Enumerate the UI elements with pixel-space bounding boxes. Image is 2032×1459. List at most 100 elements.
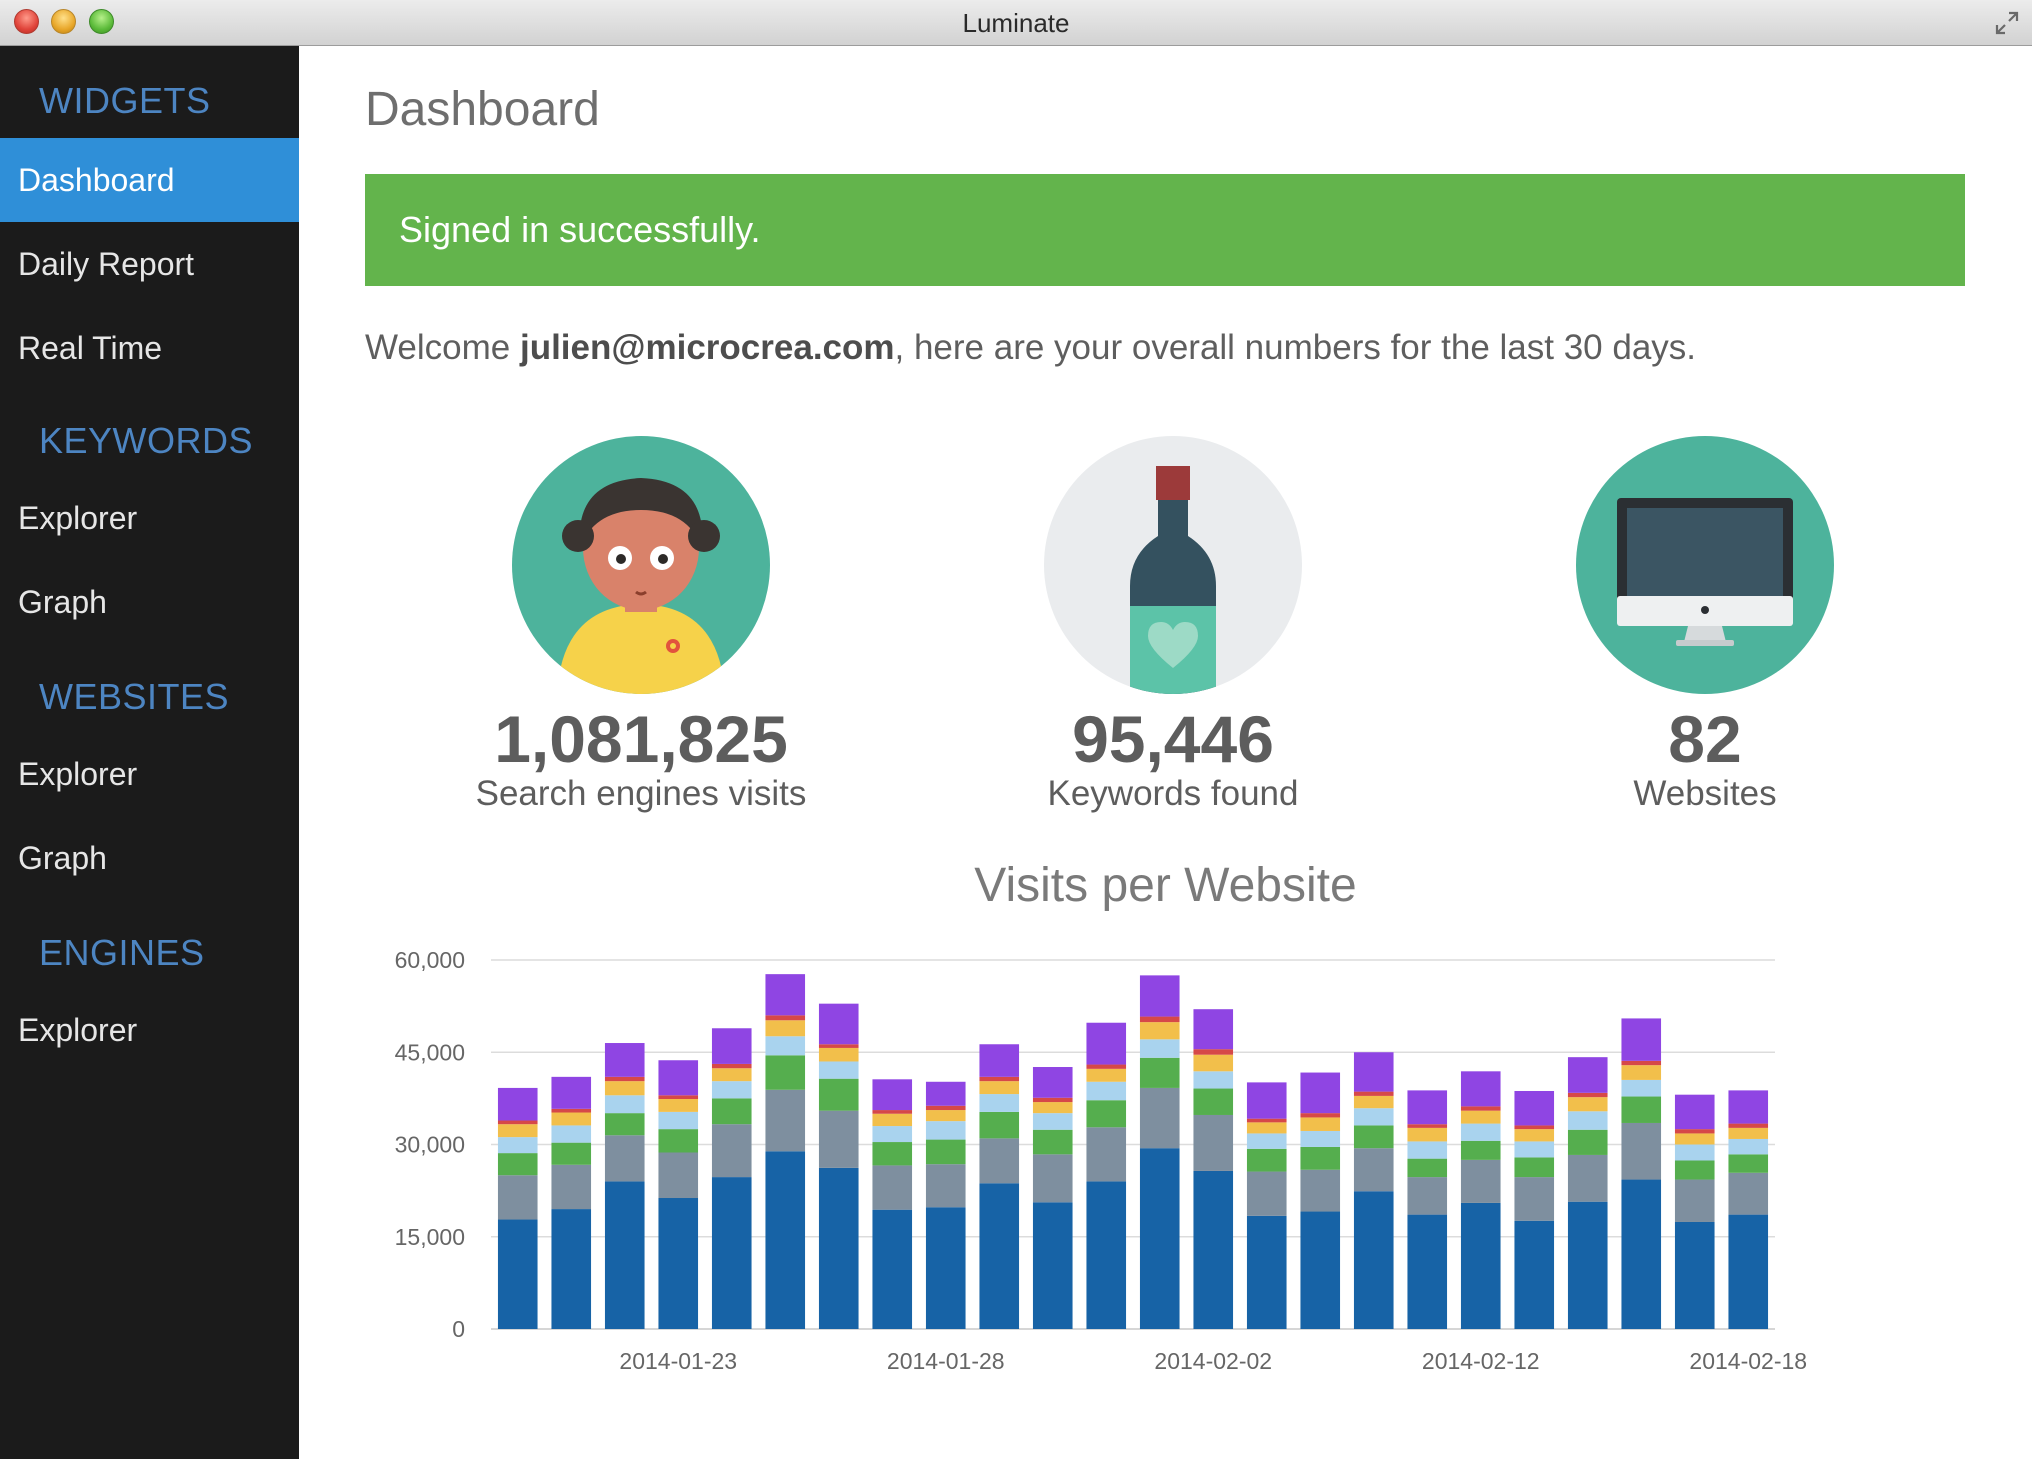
bar-segment xyxy=(1139,1148,1180,1329)
bar-segment xyxy=(979,1081,1020,1095)
bar-segment xyxy=(1621,1122,1662,1180)
sidebar-item-dashboard[interactable]: Dashboard xyxy=(0,138,299,222)
bar-segment xyxy=(1567,1154,1608,1202)
bar-segment xyxy=(604,1113,645,1136)
sidebar-item-keywords-graph[interactable]: Graph xyxy=(0,560,299,644)
bar-segment xyxy=(765,1020,806,1037)
bar-segment xyxy=(1193,1049,1234,1055)
bar-segment xyxy=(1139,1039,1180,1058)
bar-segment xyxy=(604,1181,645,1329)
bar-segment xyxy=(765,1089,806,1152)
x-tick-label: 2014-01-23 xyxy=(619,1348,737,1374)
bar-segment xyxy=(1300,1117,1341,1131)
bar-segment xyxy=(1567,1201,1608,1329)
bar-segment xyxy=(1353,1148,1394,1192)
bar-segment xyxy=(1032,1113,1073,1130)
bar-segment xyxy=(497,1137,538,1154)
bar-segment xyxy=(711,1098,752,1125)
bar-segment xyxy=(1086,1022,1127,1065)
bar-segment xyxy=(979,1076,1020,1082)
bar-segment xyxy=(818,1061,859,1079)
bar-segment xyxy=(1139,1022,1180,1040)
bar-segment xyxy=(1246,1122,1287,1134)
bar-segment xyxy=(1246,1148,1287,1172)
x-tick-label: 2014-02-18 xyxy=(1689,1348,1807,1374)
bar-segment xyxy=(1353,1091,1394,1096)
bar-segment xyxy=(551,1209,592,1329)
sidebar-item-real-time[interactable]: Real Time xyxy=(0,306,299,390)
bar-segment xyxy=(1460,1202,1501,1329)
bar-segment xyxy=(818,1047,859,1062)
bar-segment xyxy=(1674,1144,1715,1161)
sidebar-item-websites-graph[interactable]: Graph xyxy=(0,816,299,900)
bar-segment xyxy=(1353,1125,1394,1149)
bar-segment xyxy=(497,1120,538,1125)
bar-segment xyxy=(604,1076,645,1082)
bar-segment xyxy=(1621,1096,1662,1123)
bar-segment xyxy=(765,1015,806,1021)
bar-segment xyxy=(1407,1090,1448,1125)
bar-segment xyxy=(497,1153,538,1176)
bar-segment xyxy=(1032,1202,1073,1329)
fullscreen-icon[interactable] xyxy=(1994,10,2020,36)
bar-segment xyxy=(604,1095,645,1114)
bar-segment xyxy=(1139,1016,1180,1023)
bar-segment xyxy=(1300,1113,1341,1118)
bar-segment xyxy=(1567,1092,1608,1098)
bar-segment xyxy=(1353,1052,1394,1092)
sidebar-item-engines-explorer[interactable]: Explorer xyxy=(0,988,299,1072)
bar-segment xyxy=(1193,1088,1234,1115)
bar-segment xyxy=(979,1044,1020,1077)
bar-segment xyxy=(551,1108,592,1113)
bar-segment xyxy=(1621,1065,1662,1080)
bar-segment xyxy=(1032,1102,1073,1114)
bar-segment xyxy=(551,1076,592,1109)
bar-segment xyxy=(1139,1087,1180,1149)
bar-segment xyxy=(1674,1129,1715,1134)
bar-segment xyxy=(1514,1157,1555,1178)
bar-segment xyxy=(1514,1129,1555,1142)
bar-segment xyxy=(1728,1172,1769,1215)
bar-segment xyxy=(1407,1177,1448,1215)
bar-segment xyxy=(1032,1097,1073,1103)
bar-segment xyxy=(1086,1064,1127,1069)
bar-segment xyxy=(979,1183,1020,1329)
bar-segment xyxy=(1300,1211,1341,1329)
bar-segment xyxy=(765,1036,806,1056)
bar-segment xyxy=(925,1081,966,1106)
sidebar-item-websites-explorer[interactable]: Explorer xyxy=(0,732,299,816)
bar-segment xyxy=(497,1087,538,1121)
bar-segment xyxy=(497,1219,538,1329)
sidebar-item-daily-report[interactable]: Daily Report xyxy=(0,222,299,306)
bar-segment xyxy=(1567,1129,1608,1155)
x-tick-label: 2014-02-12 xyxy=(1422,1348,1540,1374)
bar-segment xyxy=(1246,1133,1287,1149)
bar-segment xyxy=(1353,1191,1394,1329)
bar-segment xyxy=(925,1139,966,1165)
y-tick-label: 15,000 xyxy=(395,1224,465,1250)
bar-segment xyxy=(551,1164,592,1210)
bar-segment xyxy=(925,1105,966,1111)
sidebar-item-keywords-explorer[interactable]: Explorer xyxy=(0,476,299,560)
bar-segment xyxy=(1086,1081,1127,1101)
bar-segment xyxy=(604,1135,645,1182)
y-tick-label: 30,000 xyxy=(395,1132,465,1158)
bar-segment xyxy=(1674,1179,1715,1222)
y-tick-label: 60,000 xyxy=(395,947,465,973)
bar-segment xyxy=(765,1055,806,1090)
bar-segment xyxy=(1300,1169,1341,1212)
bar-segment xyxy=(1086,1181,1127,1329)
sidebar-heading-engines: ENGINES xyxy=(39,932,205,973)
bar-segment xyxy=(551,1142,592,1165)
bar-segment xyxy=(1460,1110,1501,1124)
title-bar: Luminate xyxy=(0,0,2032,46)
bar-segment xyxy=(551,1112,592,1126)
bar-segment xyxy=(1246,1171,1287,1216)
bar-segment xyxy=(1246,1082,1287,1119)
bar-segment xyxy=(1728,1127,1769,1139)
bar-segment xyxy=(1353,1108,1394,1126)
bar-segment xyxy=(925,1164,966,1208)
app-window: Luminate WIDGETS Dashboard Daily Report … xyxy=(0,0,2032,1459)
bar-segment xyxy=(711,1124,752,1178)
bar-segment xyxy=(658,1060,699,1096)
